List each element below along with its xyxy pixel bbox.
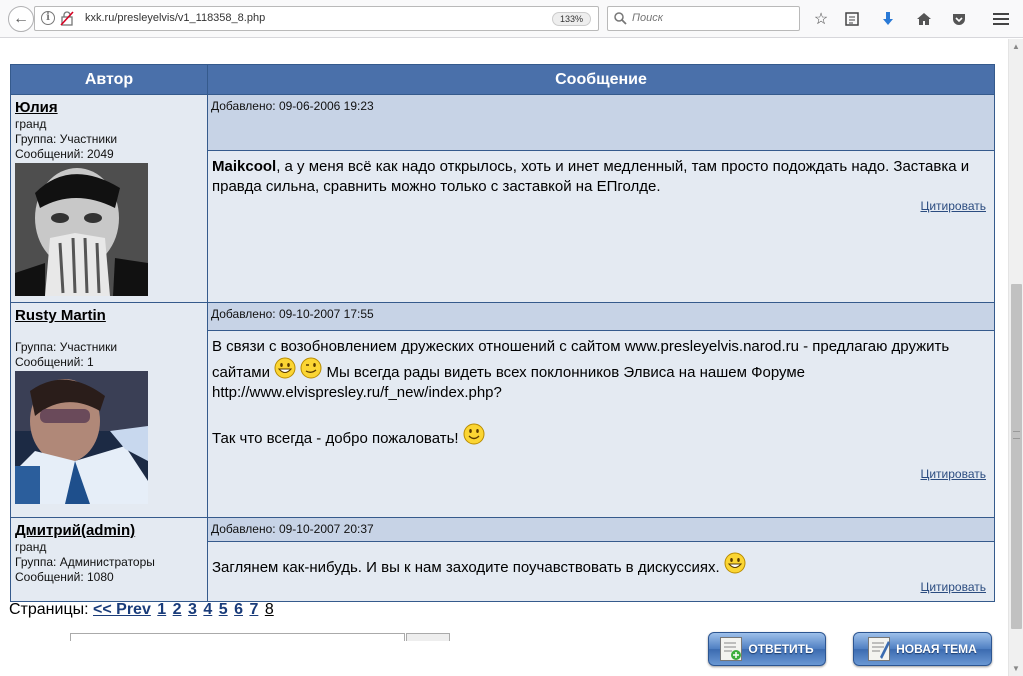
page-link-7[interactable]: 7	[249, 601, 258, 618]
download-icon[interactable]	[877, 8, 899, 30]
scroll-up-icon[interactable]: ▲	[1012, 42, 1020, 51]
author-group: Группа: Участники	[15, 340, 118, 354]
post-row: Rusty Martin Группа: Участники Сообщений…	[10, 302, 995, 518]
browser-toolbar: ← i kxk.ru/presleyelvis/v1_118358_8.php …	[0, 0, 1023, 38]
post-body: В связи с возобновлением дружеских отнош…	[208, 331, 994, 449]
post-text: , а у меня всё как надо открылось, хоть …	[212, 158, 970, 195]
new-topic-button-label: НОВАЯ ТЕМА	[896, 642, 977, 656]
search-input[interactable]	[632, 12, 792, 24]
message-cell: Добавлено: 09-06-2006 19:23 Maikcool, а …	[207, 94, 995, 303]
current-page: 8	[264, 601, 274, 618]
message-column-header: Сообщение	[207, 64, 995, 95]
quote-link[interactable]: Цитировать	[920, 199, 986, 213]
page-content: Автор Сообщение Юлия гранд Группа: Участ…	[0, 39, 1008, 676]
reading-list-icon[interactable]	[841, 8, 863, 30]
search-bar[interactable]	[607, 6, 800, 31]
pagination: Страницы: << Prev 1 2 3 4 5 6 7 8	[9, 601, 274, 619]
page-link-6[interactable]: 6	[234, 601, 243, 618]
post-row: Юлия гранд Группа: Участники Сообщений: …	[10, 94, 995, 303]
page-link-2[interactable]: 2	[173, 601, 182, 618]
pocket-icon[interactable]	[948, 8, 970, 30]
menu-icon[interactable]	[990, 8, 1012, 30]
page-link-4[interactable]: 4	[203, 601, 212, 618]
post-body: Заглянем как-нибудь. И вы к нам заходите…	[208, 542, 994, 578]
new-topic-button[interactable]: НОВАЯ ТЕМА	[853, 632, 992, 666]
author-cell: Rusty Martin Группа: Участники Сообщений…	[10, 302, 208, 518]
scrollbar-grip	[1013, 431, 1020, 439]
author-rank: гранд	[15, 117, 47, 131]
reply-icon	[720, 637, 743, 661]
grin-smiley-icon	[724, 552, 746, 574]
quote-link[interactable]: Цитировать	[920, 467, 986, 481]
author-rank: гранд	[15, 540, 47, 554]
scrollbar-thumb[interactable]	[1011, 284, 1022, 629]
author-name[interactable]: Дмитрий(admin)	[15, 522, 135, 539]
author-name[interactable]: Юлия	[15, 99, 58, 116]
author-cell: Дмитрий(admin) гранд Группа: Администрат…	[10, 517, 208, 602]
author-name[interactable]: Rusty Martin	[15, 307, 106, 324]
message-cell: Добавлено: 09-10-2007 20:37 Заглянем как…	[207, 517, 995, 602]
post-text: Заглянем как-нибудь. И вы к нам заходите…	[212, 559, 720, 576]
back-button[interactable]: ←	[8, 6, 34, 32]
smile-smiley-icon	[463, 423, 485, 445]
page-link-1[interactable]: 1	[157, 601, 166, 618]
author-post-count: Сообщений: 1	[15, 355, 94, 369]
search-icon	[614, 12, 627, 25]
wink-smiley-icon	[300, 357, 322, 379]
post-date: Добавлено: 09-10-2007 20:37	[208, 518, 994, 542]
reply-button[interactable]: ОТВЕТИТЬ	[708, 632, 826, 666]
scrollbar[interactable]: ▲ ▼	[1008, 39, 1023, 676]
reply-button-label: ОТВЕТИТЬ	[748, 642, 814, 656]
pagination-label: Страницы:	[9, 601, 89, 618]
home-icon[interactable]	[913, 8, 935, 30]
info-icon[interactable]: i	[41, 11, 55, 25]
zoom-indicator[interactable]: 133%	[552, 12, 592, 26]
new-topic-icon	[868, 637, 891, 661]
author-group: Группа: Администраторы	[15, 555, 155, 569]
author-post-count: Сообщений: 1080	[15, 570, 114, 584]
insecure-lock-icon[interactable]	[60, 11, 74, 26]
post-date: Добавлено: 09-06-2006 19:23	[208, 95, 994, 151]
quick-input[interactable]	[70, 633, 405, 641]
post-mention: Maikcool	[212, 158, 277, 175]
post-row: Дмитрий(admin) гранд Группа: Администрат…	[10, 517, 995, 602]
author-post-count: Сообщений: 2049	[15, 147, 114, 161]
scroll-down-icon[interactable]: ▼	[1012, 664, 1020, 673]
posts-table: Автор Сообщение Юлия гранд Группа: Участ…	[10, 64, 995, 602]
post-text: Так что всегда - добро пожаловать!	[212, 430, 459, 447]
post-date: Добавлено: 09-10-2007 17:55	[208, 303, 994, 331]
avatar	[15, 371, 148, 504]
page-link-3[interactable]: 3	[188, 601, 197, 618]
grin-smiley-icon	[274, 357, 296, 379]
bookmark-star-icon[interactable]: ☆	[810, 8, 832, 30]
prev-page-link[interactable]: << Prev	[93, 601, 151, 618]
url-text: kxk.ru/presleyelvis/v1_118358_8.php	[85, 12, 266, 24]
author-group: Группа: Участники	[15, 132, 118, 146]
page-link-5[interactable]: 5	[219, 601, 228, 618]
author-column-header: Автор	[10, 64, 208, 95]
author-rank	[15, 325, 203, 340]
quick-button[interactable]	[406, 633, 450, 641]
message-cell: Добавлено: 09-10-2007 17:55 В связи с во…	[207, 302, 995, 518]
avatar	[15, 163, 148, 296]
post-body: Maikcool, а у меня всё как надо открылос…	[208, 151, 994, 197]
quote-link[interactable]: Цитировать	[920, 580, 986, 594]
url-bar[interactable]: i kxk.ru/presleyelvis/v1_118358_8.php 13…	[34, 6, 623, 31]
author-cell: Юлия гранд Группа: Участники Сообщений: …	[10, 94, 208, 303]
